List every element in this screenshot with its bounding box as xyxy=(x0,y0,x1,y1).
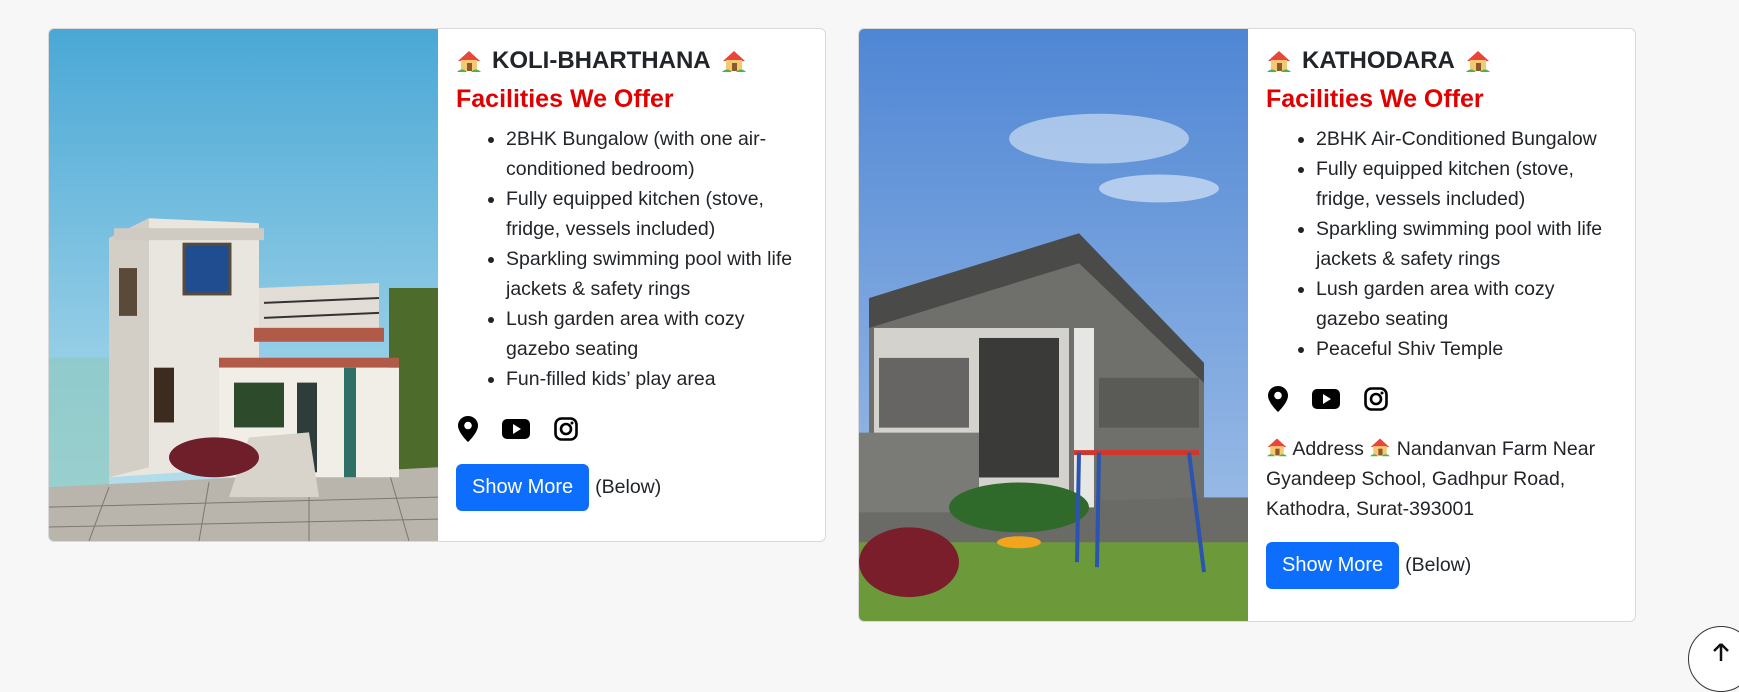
property-title-text: KATHODARA xyxy=(1302,47,1455,74)
house-icon xyxy=(1266,48,1292,74)
address-block: Address Nandanvan Farm Near Gyandeep Sch… xyxy=(1266,434,1617,524)
card-actions: Show More (Below) xyxy=(456,464,807,511)
property-card-kathodara: KATHODARA Facilities We Offer 2BHK Air-C… xyxy=(858,28,1636,622)
property-title: KOLI-BHARTHANA xyxy=(456,47,807,75)
facilities-heading: Facilities We Offer xyxy=(456,85,674,113)
instagram-icon[interactable] xyxy=(554,417,578,441)
house-icon xyxy=(1266,436,1288,458)
social-links xyxy=(458,416,807,442)
social-links xyxy=(1268,386,1617,412)
feature-item: Lush garden area with cozy gazebo seatin… xyxy=(506,304,807,364)
instagram-icon[interactable] xyxy=(1364,387,1388,411)
youtube-icon[interactable] xyxy=(1312,389,1340,409)
feature-item: 2BHK Air-Conditioned Bungalow xyxy=(1316,124,1617,154)
feature-item: Fully equipped kitchen (stove, fridge, v… xyxy=(1316,154,1617,214)
features-list: 2BHK Air-Conditioned Bungalow Fully equi… xyxy=(1266,124,1617,364)
feature-item: 2BHK Bungalow (with one air-conditioned … xyxy=(506,124,807,184)
property-title-text: KOLI-BHARTHANA xyxy=(492,47,711,74)
feature-item: Fun-filled kids’ play area xyxy=(506,364,807,394)
feature-item: Lush garden area with cozy gazebo seatin… xyxy=(1316,274,1617,334)
house-icon xyxy=(721,48,747,74)
feature-item: Sparkling swimming pool with life jacket… xyxy=(1316,214,1617,274)
youtube-icon[interactable] xyxy=(502,419,530,439)
arrow-up-icon xyxy=(1713,643,1729,661)
button-note: (Below) xyxy=(1405,554,1472,576)
button-note: (Below) xyxy=(595,476,662,498)
feature-item: Sparkling swimming pool with life jacket… xyxy=(506,244,807,304)
feature-item: Fully equipped kitchen (stove, fridge, v… xyxy=(506,184,807,244)
property-title: KATHODARA xyxy=(1266,47,1617,75)
house-icon xyxy=(456,48,482,74)
property-photo-villa xyxy=(859,29,1248,621)
show-more-button[interactable]: Show More xyxy=(1266,542,1400,589)
property-card-koli-bharthana: KOLI-BHARTHANA Facilities We Offer 2BHK … xyxy=(48,28,826,542)
feature-item: Peaceful Shiv Temple xyxy=(1316,334,1617,364)
house-icon xyxy=(1369,436,1391,458)
location-pin-icon[interactable] xyxy=(458,416,478,442)
location-pin-icon[interactable] xyxy=(1268,386,1288,412)
address-label: Address xyxy=(1292,438,1364,460)
features-list: 2BHK Bungalow (with one air-conditioned … xyxy=(456,124,807,394)
card-actions: Show More (Below) xyxy=(1266,542,1617,589)
house-icon xyxy=(1465,48,1491,74)
show-more-button[interactable]: Show More xyxy=(456,464,590,511)
scroll-to-top-button[interactable] xyxy=(1688,626,1739,692)
facilities-heading: Facilities We Offer xyxy=(1266,85,1484,113)
property-photo-bungalow xyxy=(49,29,438,541)
